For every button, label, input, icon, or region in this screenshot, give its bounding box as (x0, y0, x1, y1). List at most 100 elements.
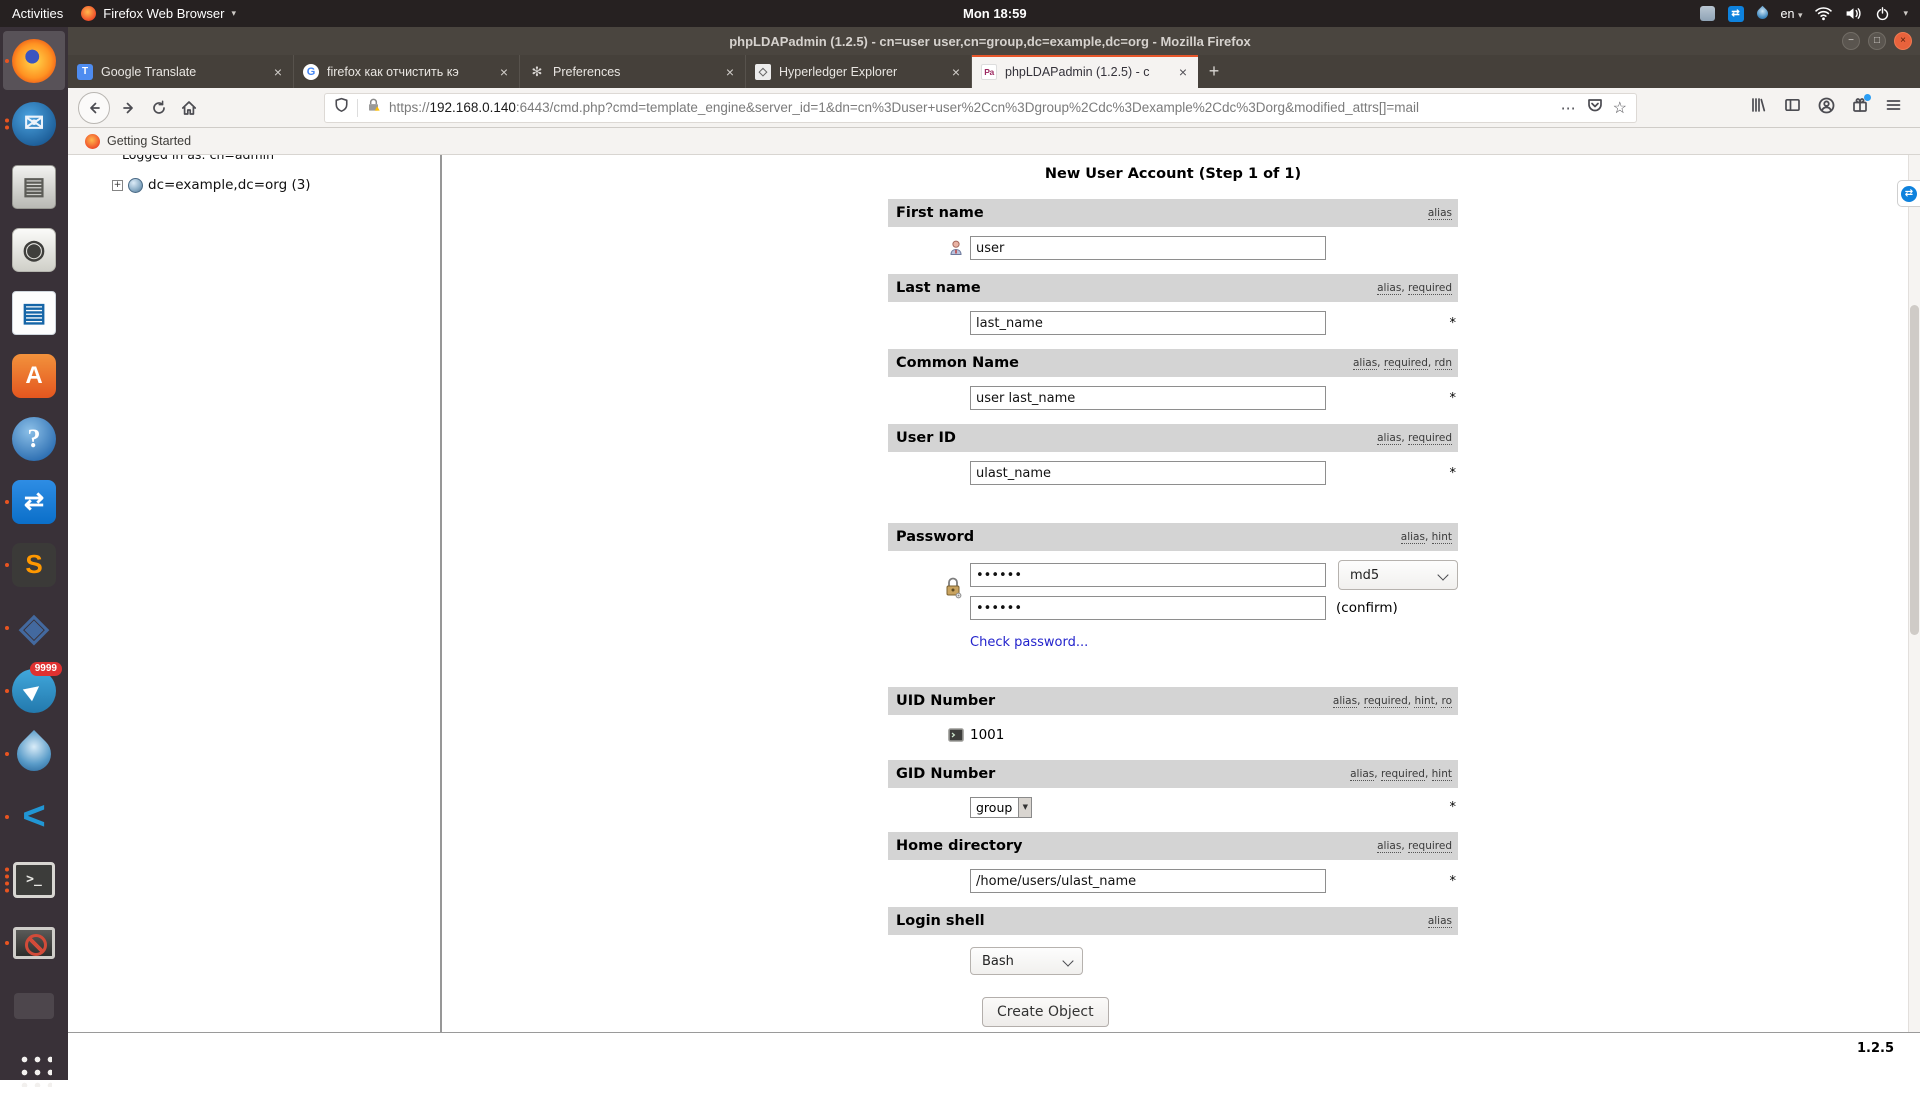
tab-3[interactable]: Preferences× (520, 55, 746, 88)
attr-link-alias[interactable]: alias (1377, 282, 1401, 295)
page-actions-icon[interactable]: ⋯ (1561, 99, 1577, 117)
attr-link-alias[interactable]: alias (1428, 915, 1452, 928)
tracking-protection-shield-icon[interactable] (334, 97, 349, 118)
form-title: New User Account (Step 1 of 1) (888, 166, 1458, 182)
url-bar[interactable]: https://192.168.0.140:6443/cmd.php?cmd=t… (324, 93, 1637, 123)
create-object-button[interactable]: Create Object (982, 997, 1109, 1027)
attr-link-hint[interactable]: hint (1414, 695, 1434, 708)
scrollbar-thumb[interactable] (1910, 305, 1919, 635)
password-hash-select[interactable]: md5 (1338, 560, 1458, 590)
sidebar-toggle-icon[interactable] (1784, 97, 1801, 118)
attr-link-alias[interactable]: alias (1401, 531, 1425, 544)
attr-link-alias[interactable]: alias (1350, 768, 1374, 781)
login-shell-select[interactable]: Bash (970, 947, 1083, 975)
bookmark-getting-started[interactable]: Getting Started (107, 134, 191, 148)
dock-item-vscode[interactable]: < (3, 787, 65, 846)
attr-link-alias[interactable]: alias (1353, 357, 1377, 370)
power-icon[interactable] (1875, 6, 1890, 21)
tab-2[interactable]: firefox как отчистить кэ× (294, 55, 520, 88)
dock-item-firefox[interactable] (3, 31, 65, 90)
attr-link-required[interactable]: required (1381, 768, 1425, 781)
page-footer: 1.2.5 (68, 1032, 1920, 1080)
attr-link-required[interactable]: required (1408, 840, 1452, 853)
attr-link-required[interactable]: required (1364, 695, 1408, 708)
home-button[interactable] (174, 93, 204, 123)
attr-link-ro[interactable]: ro (1441, 695, 1452, 708)
chevron-down-icon[interactable]: ▾ (1903, 8, 1908, 19)
minimize-button[interactable]: − (1842, 32, 1860, 50)
tab-1[interactable]: Google Translate× (68, 55, 294, 88)
last-name-input[interactable] (970, 311, 1326, 335)
hamburger-menu-icon[interactable] (1885, 97, 1902, 118)
attr-link-hint[interactable]: hint (1432, 768, 1452, 781)
teamviewer-tray-icon[interactable]: ⇄ (1728, 6, 1744, 22)
gid-select[interactable]: group▼ (970, 797, 1032, 818)
attr-link-required[interactable]: required (1408, 282, 1452, 295)
dock-item-blocked-app[interactable] (3, 913, 65, 972)
tab-close-icon[interactable]: × (950, 64, 962, 80)
maximize-button[interactable]: □ (1868, 32, 1886, 50)
forward-button[interactable] (114, 93, 144, 123)
account-icon[interactable] (1818, 97, 1835, 119)
new-tab-button[interactable]: + (1198, 55, 1230, 88)
tree-item-dc-example[interactable]: + dc=example,dc=org (3) (112, 177, 440, 193)
deluge-tray-icon[interactable] (1757, 8, 1768, 19)
dock-item-deluge[interactable] (3, 724, 65, 783)
dock-item-ubuntu-software[interactable]: A (3, 346, 65, 405)
tab-5[interactable]: phpLDAPadmin (1.2.5) - c× (972, 55, 1198, 88)
attr-link-hint[interactable]: hint (1432, 531, 1452, 544)
connection-lock-icon[interactable] (366, 97, 381, 118)
tab-close-icon[interactable]: × (1177, 64, 1189, 80)
attr-link-alias[interactable]: alias (1428, 207, 1452, 220)
dock-item-file-cabinet[interactable]: ▤ (3, 157, 65, 216)
password-input[interactable] (970, 563, 1326, 587)
teamviewer-edge-button[interactable]: ⇄ (1897, 180, 1920, 207)
attr-link-rdn[interactable]: rdn (1435, 357, 1452, 370)
clock[interactable]: Mon 18:59 (963, 6, 1027, 21)
whats-new-gift-icon[interactable] (1852, 97, 1868, 118)
dock-item-libreoffice-writer[interactable]: ▤ (3, 283, 65, 342)
common-name-input[interactable] (970, 386, 1326, 410)
bookmark-star-icon[interactable]: ☆ (1613, 98, 1627, 118)
dock-item-show-applications[interactable] (3, 1039, 65, 1098)
dock-item-teamviewer[interactable]: ⇄ (3, 472, 65, 531)
tab-close-icon[interactable]: × (272, 64, 284, 80)
window-titlebar[interactable]: phpLDAPadmin (1.2.5) - cn=user user,cn=g… (68, 27, 1920, 55)
tray-indicator-icon[interactable] (1700, 6, 1715, 21)
user-id-input[interactable] (970, 461, 1326, 485)
activities-button[interactable]: Activities (12, 6, 63, 21)
teamviewer-icon: ⇄ (1901, 186, 1917, 202)
reload-button[interactable] (144, 93, 174, 123)
dock-item-rhythmbox[interactable]: ◉ (3, 220, 65, 279)
check-password-link[interactable]: Check password... (970, 635, 1088, 650)
tree-item-label[interactable]: dc=example,dc=org (3) (148, 177, 311, 193)
back-button[interactable] (78, 92, 110, 124)
tab-close-icon[interactable]: × (724, 64, 736, 80)
dock-item-virtualbox[interactable]: ◈ (3, 598, 65, 657)
attr-link-alias[interactable]: alias (1377, 840, 1401, 853)
tab-4[interactable]: Hyperledger Explorer× (746, 55, 972, 88)
dock-item-help[interactable]: ? (3, 409, 65, 468)
volume-icon[interactable] (1845, 6, 1862, 21)
attr-link-required[interactable]: required (1384, 357, 1428, 370)
dock-item-sublime-text[interactable]: S (3, 535, 65, 594)
wifi-icon[interactable] (1815, 6, 1832, 21)
dock-item-telegram[interactable]: ▶9999 (3, 661, 65, 720)
first-name-input[interactable] (970, 236, 1326, 260)
tree-expander-icon[interactable]: + (112, 180, 123, 191)
library-icon[interactable] (1750, 97, 1767, 118)
dock-item-ghost-app[interactable] (3, 976, 65, 1035)
home-directory-input[interactable] (970, 869, 1326, 893)
app-menu[interactable]: Firefox Web Browser ▾ (81, 6, 236, 21)
dock-item-thunderbird[interactable]: ✉ (3, 94, 65, 153)
dock-item-terminal[interactable]: >_ (3, 850, 65, 909)
keyboard-layout-indicator[interactable]: en ▾ (1781, 7, 1803, 21)
scrollbar-track[interactable] (1908, 155, 1920, 1032)
attr-link-alias[interactable]: alias (1333, 695, 1357, 708)
attr-link-required[interactable]: required (1408, 432, 1452, 445)
attr-link-alias[interactable]: alias (1377, 432, 1401, 445)
password-confirm-input[interactable] (970, 596, 1326, 620)
close-button[interactable]: × (1894, 32, 1912, 50)
tab-close-icon[interactable]: × (498, 64, 510, 80)
pocket-icon[interactable] (1587, 97, 1603, 118)
